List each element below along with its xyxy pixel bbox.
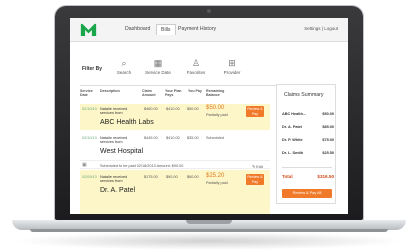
row-you-pay: $50.00 <box>187 107 199 111</box>
summary-item-label: ABC Health... <box>282 112 307 116</box>
filter-search[interactable]: ⌕ Search <box>108 58 140 75</box>
row-date: 02/09/13 <box>82 175 97 179</box>
summary-item: Dr. A. Patel $85.00 <box>282 125 334 129</box>
row-you-pay: $60.00 <box>187 175 199 179</box>
filter-provider[interactable]: ⊞ Provider <box>216 58 248 75</box>
table-row[interactable]: 02/09/13 Natalie received services from … <box>80 170 270 214</box>
row-balance: Scheduled <box>206 136 224 140</box>
filter-service-date-label: Service Date <box>145 70 171 75</box>
row-status: Partially paid <box>206 181 228 185</box>
tab-payment-history[interactable]: Payment History <box>178 26 216 32</box>
summary-total-label: Total <box>282 174 293 179</box>
scheduled-note-row: ▣ Scheduled to be paid 02/18/2013 Amount… <box>80 160 270 169</box>
tab-bills[interactable]: Bills <box>156 24 176 35</box>
summary-item: Dr. L. Smith $25.50 <box>282 151 334 155</box>
summary-item-value: $50.00 <box>322 112 334 116</box>
row-you-pay: $35.00 <box>187 136 199 140</box>
add-folder-icon: ⊞ <box>228 58 236 68</box>
review-pay-all-button[interactable]: Review & Pay All <box>282 189 332 198</box>
filter-by-label: Filter By <box>82 66 103 72</box>
summary-item-value: $75.00 <box>322 138 334 142</box>
app-logo-icon <box>80 23 97 36</box>
edit-label: Edit <box>256 164 263 169</box>
summary-item-value: $25.50 <box>322 151 334 155</box>
camera-icon <box>207 9 211 13</box>
filter-search-label: Search <box>116 70 132 75</box>
col-you-pay: You Pay <box>188 89 202 93</box>
summary-divider <box>282 167 332 168</box>
summary-item-label: Dr. P. White <box>282 138 303 142</box>
claims-summary-panel: Claims Summary ABC Health... $50.00 Dr. … <box>276 84 336 204</box>
col-description: Description <box>100 89 120 93</box>
settings-logout-links[interactable]: Settings | Logout <box>304 26 338 31</box>
claims-summary-title: Claims Summary <box>284 92 324 98</box>
filter-favorites-label: Favorites <box>186 70 206 75</box>
row-provider: Dr. A. Patel <box>100 187 136 194</box>
row-balance: $25.20 <box>206 173 225 179</box>
calendar-icon: ▦ <box>153 58 163 68</box>
review-pay-button[interactable]: Review & Pay <box>246 106 264 117</box>
row-provider: ABC Health Labs <box>100 119 154 126</box>
table-header: Service Date Description Claim Amount Yo… <box>80 89 270 103</box>
edit-link[interactable]: ✎ Edit <box>252 164 263 169</box>
row-plan-pays: $410.00 <box>166 136 180 140</box>
row-description: Natalie received services from <box>100 107 128 116</box>
summary-total-value: $316.50 <box>317 174 334 179</box>
search-icon: ⌕ <box>121 58 127 68</box>
row-balance: $50.00 <box>206 105 225 111</box>
table-row[interactable]: 02/10/13 Natalie received services from … <box>80 131 270 159</box>
row-claim: $175.00 <box>144 175 158 179</box>
table-row[interactable]: 02/10/13 Natalie received services from … <box>80 104 270 130</box>
row-claim: $445.00 <box>144 136 158 140</box>
filter-service-date[interactable]: ▦ Service Date <box>142 58 174 75</box>
col-claim-amount: Claim Amount <box>142 89 156 98</box>
col-remaining-balance: Remaining Balance <box>206 89 225 98</box>
tab-dashboard[interactable]: Dashboard <box>125 26 150 32</box>
row-description: Natalie received services from <box>100 175 128 184</box>
person-icon: ♙ <box>191 58 201 68</box>
row-date: 02/10/13 <box>82 136 97 140</box>
summary-item-label: Dr. L. Smith <box>282 151 304 155</box>
row-plan-pays: $90.00 <box>166 175 178 179</box>
col-plan-pays: Your Plan Pays <box>165 89 182 98</box>
summary-total: Total $316.50 <box>282 174 334 179</box>
summary-item-label: Dr. A. Patel <box>282 125 302 129</box>
row-description: Natalie received services from <box>100 136 128 145</box>
summary-item-value: $85.00 <box>322 125 334 129</box>
row-status: Partially paid <box>206 113 228 117</box>
laptop-shadow <box>12 232 406 250</box>
row-claim: $460.00 <box>144 107 158 111</box>
top-nav: Dashboard Bills Payment History Settings… <box>70 18 348 42</box>
laptop-base-bottom <box>30 229 388 232</box>
summary-item: ABC Health... $50.00 <box>282 112 334 116</box>
col-service-date: Service Date <box>80 89 93 98</box>
filter-provider-label: Provider <box>223 70 241 75</box>
scheduled-note: Scheduled to be paid 02/18/2013 Amount: … <box>100 163 184 168</box>
row-date: 02/10/13 <box>82 107 97 111</box>
calendar-icon: ▣ <box>82 162 87 168</box>
app-screen: Dashboard Bills Payment History Settings… <box>70 18 348 214</box>
row-provider: West Hospital <box>100 148 144 155</box>
laptop-base-notch <box>186 220 232 224</box>
filter-favorites[interactable]: ♙ Favorites <box>180 58 212 75</box>
summary-item: Dr. P. White $75.00 <box>282 138 334 142</box>
row-plan-pays: $410.00 <box>166 107 180 111</box>
review-pay-button[interactable]: Review & Pay <box>246 174 264 185</box>
